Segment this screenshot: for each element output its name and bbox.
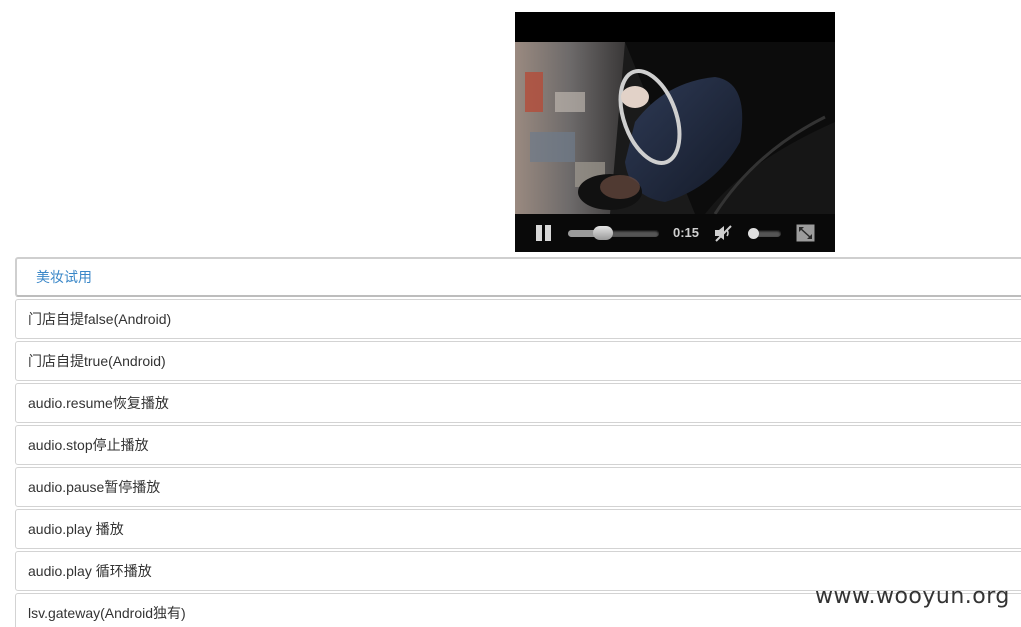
video-controls: 0:15 [515,214,835,252]
list-item-store-pickup-true[interactable]: 门店自提true(Android) [15,341,1021,381]
mute-button[interactable] [713,223,733,243]
volume-slider[interactable] [748,228,781,239]
list-item-audio-play[interactable]: audio.play 播放 [15,509,1021,549]
seek-handle[interactable] [592,226,613,240]
speaker-muted-icon [715,225,732,242]
seek-bar[interactable] [568,226,659,240]
list-item-audio-resume[interactable]: audio.resume恢复播放 [15,383,1021,423]
current-time: 0:15 [673,225,700,240]
list-item-makeup-trial[interactable]: 美妆试用 [15,257,1021,297]
watermark: www.wooyun.org [815,584,1010,609]
pause-icon [536,225,542,241]
action-list: 美妆试用 门店自提false(Android) 门店自提true(Android… [15,257,1021,627]
list-item-audio-pause[interactable]: audio.pause暂停播放 [15,467,1021,507]
fullscreen-button[interactable] [796,224,815,242]
fullscreen-icon [796,224,815,242]
list-item-store-pickup-false[interactable]: 门店自提false(Android) [15,299,1021,339]
page: 0:15 美妆试用 门店自提false(Android) 门店自提true(An… [0,0,1021,627]
volume-handle[interactable] [748,228,760,239]
video-player[interactable]: 0:15 [515,12,835,252]
pause-button[interactable] [535,224,553,242]
list-item-audio-stop[interactable]: audio.stop停止播放 [15,425,1021,465]
